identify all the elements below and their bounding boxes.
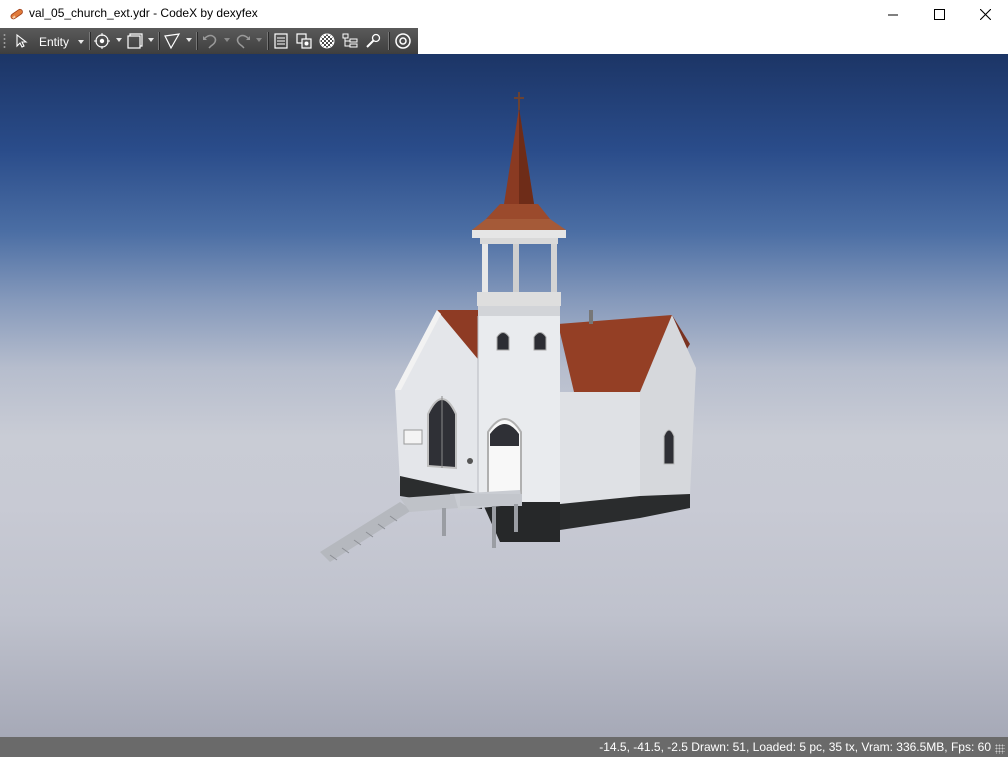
snap-icon: [164, 33, 181, 50]
view-mode-button[interactable]: [126, 30, 144, 52]
undo-button[interactable]: [201, 30, 219, 52]
church-model: [320, 92, 696, 562]
hierarchy-button[interactable]: [341, 30, 359, 52]
toolbar-separator: [89, 32, 91, 50]
window-title: val_05_church_ext.ydr - CodeX by dexyfex: [29, 6, 258, 20]
move-gizmo-icon: [94, 33, 110, 49]
redo-icon: [236, 34, 250, 49]
render-viewport[interactable]: [0, 54, 1008, 737]
undo-icon: [203, 34, 217, 49]
file-icon: [274, 33, 288, 49]
chevron-down-icon[interactable]: [224, 38, 230, 42]
cross: [514, 92, 524, 110]
maximize-icon: [933, 8, 945, 20]
texture-button[interactable]: [318, 30, 336, 52]
status-text: -14.5, -41.5, -2.5 Drawn: 51, Loaded: 5 …: [599, 740, 991, 754]
settings-button[interactable]: [394, 30, 412, 52]
copy-icon: [296, 33, 312, 49]
minimize-icon: [887, 14, 898, 15]
copy-button[interactable]: [295, 30, 313, 52]
belfry: [477, 238, 561, 306]
toolbar-separator: [267, 32, 269, 50]
chevron-down-icon[interactable]: [256, 38, 262, 42]
wooden-stairs: [320, 494, 522, 562]
chevron-down-icon[interactable]: [186, 38, 192, 42]
close-button[interactable]: [962, 0, 1008, 28]
chevron-down-icon: [78, 40, 84, 44]
select-pointer-icon: [16, 33, 28, 48]
toolstrip-grip[interactable]: [3, 33, 6, 49]
chevron-down-icon[interactable]: [116, 38, 122, 42]
mode-dropdown-label: Entity: [39, 35, 70, 49]
toolbar-separator: [158, 32, 160, 50]
redo-button[interactable]: [234, 30, 252, 52]
toolbar: Entity: [0, 28, 1008, 55]
hierarchy-icon: [342, 33, 358, 48]
minimize-button[interactable]: [870, 0, 916, 28]
toolstrip: Entity: [0, 28, 418, 55]
title-bar: val_05_church_ext.ydr - CodeX by dexyfex: [0, 0, 1008, 28]
wrench-icon: [366, 33, 381, 48]
toolbar-separator: [388, 32, 390, 50]
resize-grip[interactable]: [995, 744, 1005, 754]
toolbar-separator: [196, 32, 198, 50]
file-button[interactable]: [272, 30, 290, 52]
select-button[interactable]: [13, 30, 29, 52]
snap-button[interactable]: [163, 30, 181, 52]
settings-gear-icon: [395, 33, 411, 49]
right-wall: [560, 392, 640, 509]
close-icon: [979, 8, 991, 20]
view-mode-icon: [127, 33, 143, 49]
mode-dropdown[interactable]: Entity: [33, 30, 87, 52]
checkered-texture-icon: [319, 33, 335, 49]
move-gizmo-button[interactable]: [93, 30, 111, 52]
chevron-down-icon[interactable]: [148, 38, 154, 42]
tools-button[interactable]: [364, 30, 382, 52]
status-bar: -14.5, -41.5, -2.5 Drawn: 51, Loaded: 5 …: [0, 737, 1008, 757]
feather-pen-icon: [10, 8, 23, 20]
maximize-button[interactable]: [916, 0, 962, 28]
